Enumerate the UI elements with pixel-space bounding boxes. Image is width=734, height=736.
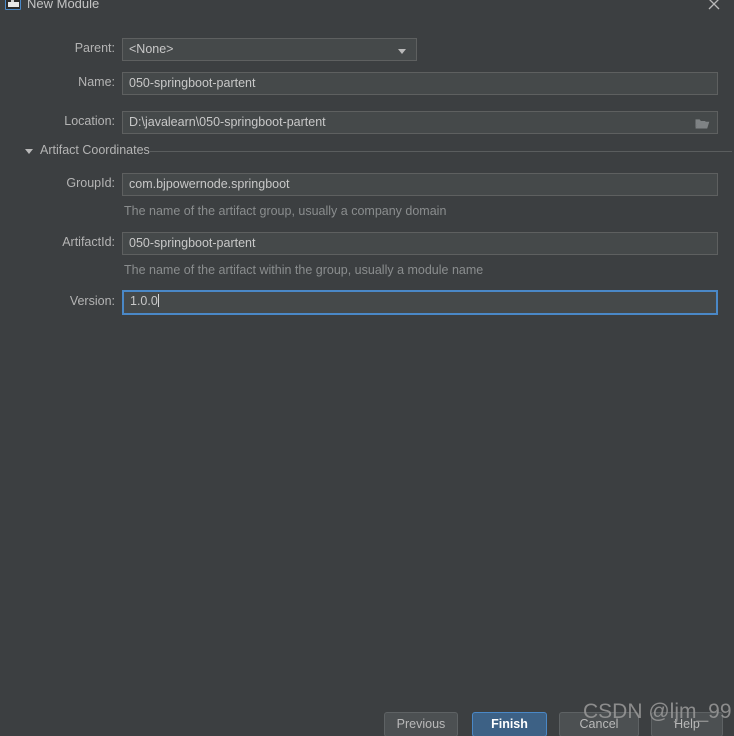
row-parent: Parent: <None> [0,38,734,61]
row-version: Version: 1.0.0 [0,290,734,315]
version-label: Version: [69,294,115,308]
location-input[interactable]: D:\javalearn\050-springboot-partent [122,111,718,134]
artifact-coordinates-section-header[interactable]: Artifact Coordinates [0,143,734,161]
idea-module-icon [5,0,21,10]
folder-browse-icon[interactable] [689,113,716,133]
chevron-down-icon [398,49,406,54]
previous-button[interactable]: Previous [384,712,458,736]
finish-button[interactable]: Finish [472,712,547,736]
parent-value: <None> [129,42,174,56]
groupid-hint: The name of the artifact group, usually … [124,204,447,218]
version-input[interactable]: 1.0.0 [122,290,718,315]
artifactid-hint: The name of the artifact within the grou… [124,263,484,277]
text-cursor [157,294,159,307]
artifact-coordinates-title: Artifact Coordinates [40,143,150,157]
name-label: Name: [78,75,115,89]
chevron-down-icon[interactable] [25,149,33,154]
location-label: Location: [64,114,115,128]
window-title: New Module [27,0,100,11]
artifactid-label: ArtifactId: [62,235,115,249]
parent-combobox[interactable]: <None> [122,38,417,61]
version-value: 1.0.0 [130,294,158,308]
name-input[interactable]: 050-springboot-partent [122,72,718,95]
cancel-button[interactable]: Cancel [559,712,639,736]
title-bar: New Module [0,0,734,22]
row-groupid: GroupId: com.bjpowernode.springboot [0,173,734,196]
help-button[interactable]: Help [651,712,723,736]
row-location: Location: D:\javalearn\050-springboot-pa… [0,111,734,134]
location-value: D:\javalearn\050-springboot-partent [129,115,326,129]
section-divider [150,151,732,152]
groupid-label: GroupId: [66,176,115,190]
name-value: 050-springboot-partent [129,76,256,90]
row-name: Name: 050-springboot-partent [0,72,734,95]
artifactid-input[interactable]: 050-springboot-partent [122,232,718,255]
artifactid-value: 050-springboot-partent [129,236,256,250]
close-icon[interactable] [704,0,726,17]
parent-label: Parent: [74,41,115,55]
groupid-input[interactable]: com.bjpowernode.springboot [122,173,718,196]
groupid-value: com.bjpowernode.springboot [129,177,290,191]
row-artifactid: ArtifactId: 050-springboot-partent [0,232,734,255]
